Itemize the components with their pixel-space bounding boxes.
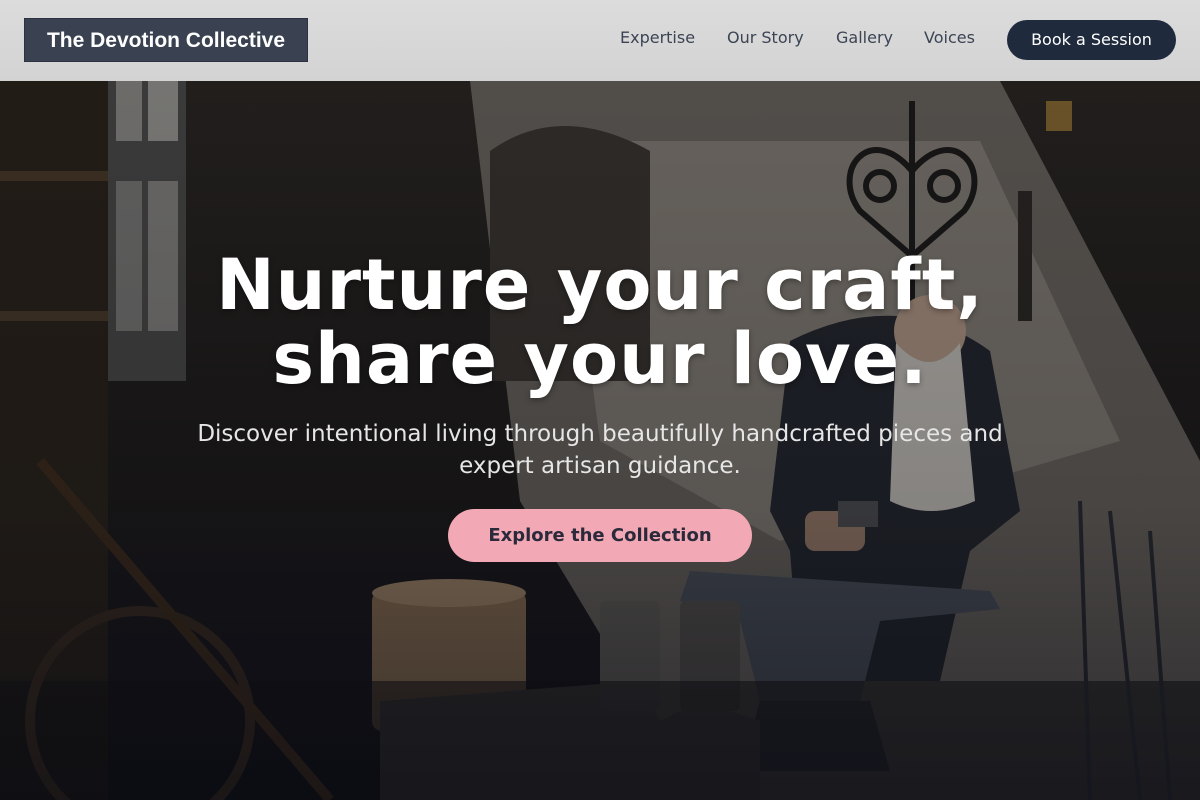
hero-headline-line2: share your love. — [272, 318, 928, 400]
nav-link-our-story[interactable]: Our Story — [727, 28, 804, 47]
logo[interactable]: The Devotion Collective — [24, 18, 308, 62]
nav-link-gallery[interactable]: Gallery — [836, 28, 893, 47]
hero-subtitle: Discover intentional living through beau… — [197, 421, 1003, 479]
nav-link-expertise[interactable]: Expertise — [620, 28, 695, 47]
nav-link-voices[interactable]: Voices — [924, 28, 975, 47]
book-session-button[interactable]: Book a Session — [1007, 20, 1176, 60]
hero-headline: Nurture your craft, share your love. — [100, 248, 1100, 396]
site-header: The Devotion Collective Expertise Our St… — [0, 0, 1200, 81]
hero-headline-line1: Nurture your craft, — [216, 244, 984, 326]
explore-collection-button[interactable]: Explore the Collection — [448, 509, 752, 562]
